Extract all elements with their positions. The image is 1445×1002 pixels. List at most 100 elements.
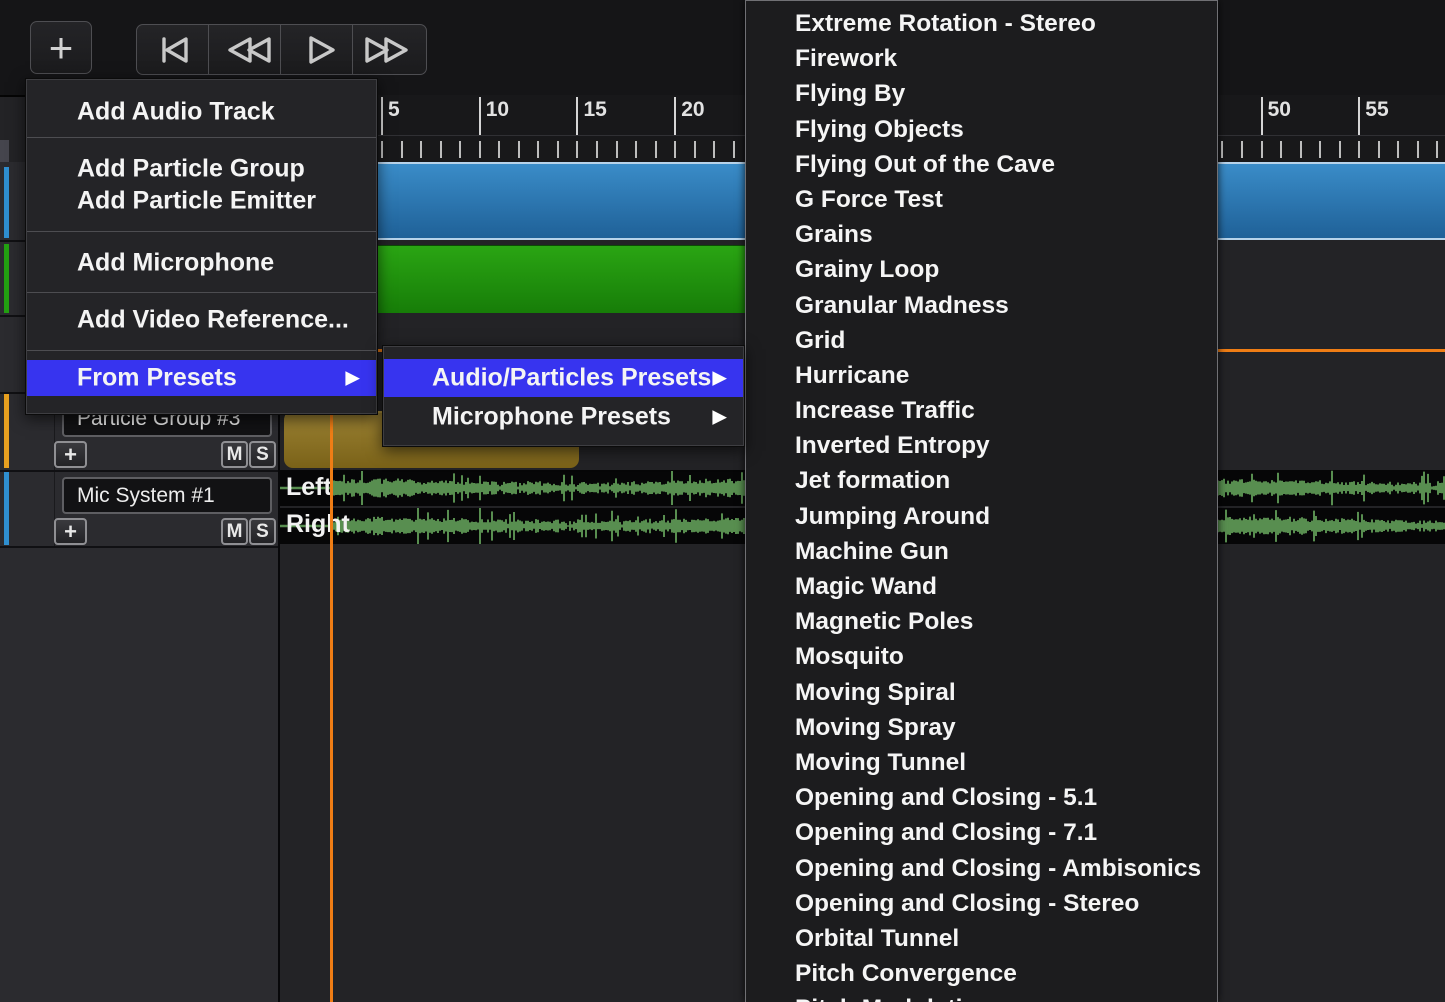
menu-item-label: Add Video Reference... (77, 306, 349, 335)
ruler-tick-label: 20 (681, 98, 704, 122)
ruler-major-tick (576, 97, 578, 135)
menu-item-from-presets[interactable]: From Presets▶ (27, 360, 376, 396)
ruler-major-tick (674, 97, 676, 135)
menu-item-add-particle-emitter[interactable]: Add Particle Emitter (27, 181, 376, 221)
ruler-minor-tick (459, 141, 461, 158)
menu-item-add-video-reference[interactable]: Add Video Reference... (27, 300, 376, 340)
menu-item-add-audio-track[interactable]: Add Audio Track (27, 88, 376, 136)
fast-forward-button[interactable] (352, 24, 427, 75)
particle-group-add-button[interactable]: + (54, 441, 87, 468)
add-button[interactable]: + (30, 21, 92, 74)
submenu-item-audio-particles-presets[interactable]: Audio/Particles Presets▶ (384, 359, 743, 397)
menu-item-label: Add Audio Track (77, 98, 275, 127)
mic-system-name-field[interactable]: Mic System #1 (62, 477, 272, 514)
ruler-minor-tick (596, 141, 598, 158)
ruler-minor-tick (1280, 141, 1282, 158)
menu-item-label: Add Particle Group (77, 155, 305, 184)
rewind-button[interactable] (208, 24, 283, 75)
preset-item[interactable]: Grid (746, 323, 1217, 358)
submenu-arrow-icon: ▶ (712, 406, 727, 429)
preset-item[interactable]: Pitch Convergence (746, 956, 1217, 991)
menu-item-add-microphone[interactable]: Add Microphone (27, 243, 376, 283)
ruler-minor-tick (381, 141, 383, 158)
preset-item[interactable]: Magnetic Poles (746, 604, 1217, 639)
preset-item[interactable]: Grainy Loop (746, 252, 1217, 287)
ruler-minor-tick (694, 141, 696, 158)
row-separator (0, 546, 278, 548)
menu-separator (27, 350, 376, 351)
ruler-major-tick (1261, 97, 1263, 135)
waveform-left-label: Left (286, 473, 332, 502)
ruler-minor-tick (655, 141, 657, 158)
ruler-major-tick (381, 97, 383, 135)
mic-system-mute-button[interactable]: M (221, 518, 248, 545)
ruler-minor-tick (733, 141, 735, 158)
ruler-minor-tick (479, 141, 481, 158)
preset-item[interactable]: Hurricane (746, 358, 1217, 393)
preset-item[interactable]: Granular Madness (746, 288, 1217, 323)
ruler-minor-tick (635, 141, 637, 158)
waveform-right-label: Right (286, 510, 350, 539)
preset-item[interactable]: Moving Spiral (746, 675, 1217, 710)
preset-item[interactable]: G Force Test (746, 182, 1217, 217)
skip-to-start-button[interactable] (136, 24, 211, 75)
header-corner-notch (0, 140, 9, 163)
from-presets-submenu: Audio/Particles Presets▶Microphone Prese… (382, 345, 745, 447)
ruler-tick-label: 10 (486, 98, 509, 122)
sound-particles-timeline-window: + 510152025303540455055 Particle Group #… (0, 0, 1445, 1002)
particle-group-color-strip (4, 394, 9, 468)
rewind-icon (210, 26, 282, 74)
ruler-minor-tick (1221, 141, 1223, 158)
ruler-major-tick (479, 97, 481, 135)
ruler-minor-tick (1261, 141, 1263, 158)
preset-item[interactable]: Opening and Closing - 7.1 (746, 815, 1217, 850)
menu-separator (27, 137, 376, 138)
ruler-minor-tick (440, 141, 442, 158)
ruler-minor-tick (401, 141, 403, 158)
play-button[interactable] (280, 24, 355, 75)
preset-item[interactable]: Mosquito (746, 639, 1217, 674)
preset-item[interactable]: Flying Out of the Cave (746, 147, 1217, 182)
preset-item[interactable]: Inverted Entropy (746, 428, 1217, 463)
preset-item[interactable]: Extreme Rotation - Stereo (746, 6, 1217, 41)
preset-item[interactable]: Opening and Closing - Ambisonics (746, 851, 1217, 886)
ruler-minor-tick (1358, 141, 1360, 158)
preset-item[interactable]: Jet formation (746, 463, 1217, 498)
ruler-minor-tick (1339, 141, 1341, 158)
row-separator (0, 470, 278, 472)
mic-system-add-button[interactable]: + (54, 518, 87, 545)
preset-item[interactable]: Orbital Tunnel (746, 921, 1217, 956)
ruler-minor-tick (1300, 141, 1302, 158)
preset-item[interactable]: Moving Spray (746, 710, 1217, 745)
ruler-minor-tick (1436, 141, 1438, 158)
preset-item[interactable]: Opening and Closing - Stereo (746, 886, 1217, 921)
preset-item[interactable]: Grains (746, 217, 1217, 252)
ruler-minor-tick (674, 141, 676, 158)
menu-item-label: From Presets (77, 364, 237, 393)
particle-group-mute-button[interactable]: M (221, 441, 248, 468)
preset-item[interactable]: Magic Wand (746, 569, 1217, 604)
mic-system-solo-button[interactable]: S (249, 518, 276, 545)
preset-item[interactable]: Moving Tunnel (746, 745, 1217, 780)
preset-item[interactable]: Opening and Closing - 5.1 (746, 780, 1217, 815)
preset-item[interactable]: Firework (746, 41, 1217, 76)
preset-item[interactable]: Increase Traffic (746, 393, 1217, 428)
preset-list-panel: Extreme Rotation - StereoFireworkFlying … (745, 0, 1218, 1002)
playhead[interactable] (330, 411, 333, 1002)
ruler-minor-tick (1378, 141, 1380, 158)
menu-separator (27, 292, 376, 293)
preset-item[interactable]: Jumping Around (746, 499, 1217, 534)
ruler-minor-tick (713, 141, 715, 158)
mic-track-color-strip (4, 472, 9, 545)
submenu-item-microphone-presets[interactable]: Microphone Presets▶ (384, 399, 743, 435)
preset-item[interactable]: Machine Gun (746, 534, 1217, 569)
particle-group-solo-button[interactable]: S (249, 441, 276, 468)
ruler-minor-tick (537, 141, 539, 158)
ruler-minor-tick (576, 141, 578, 158)
preset-item[interactable]: Pitch Modulation (746, 991, 1217, 1002)
submenu-arrow-icon: ▶ (712, 367, 727, 390)
preset-item[interactable]: Flying By (746, 76, 1217, 111)
menu-separator (27, 231, 376, 232)
ruler-minor-tick (1319, 141, 1321, 158)
preset-item[interactable]: Flying Objects (746, 112, 1217, 147)
